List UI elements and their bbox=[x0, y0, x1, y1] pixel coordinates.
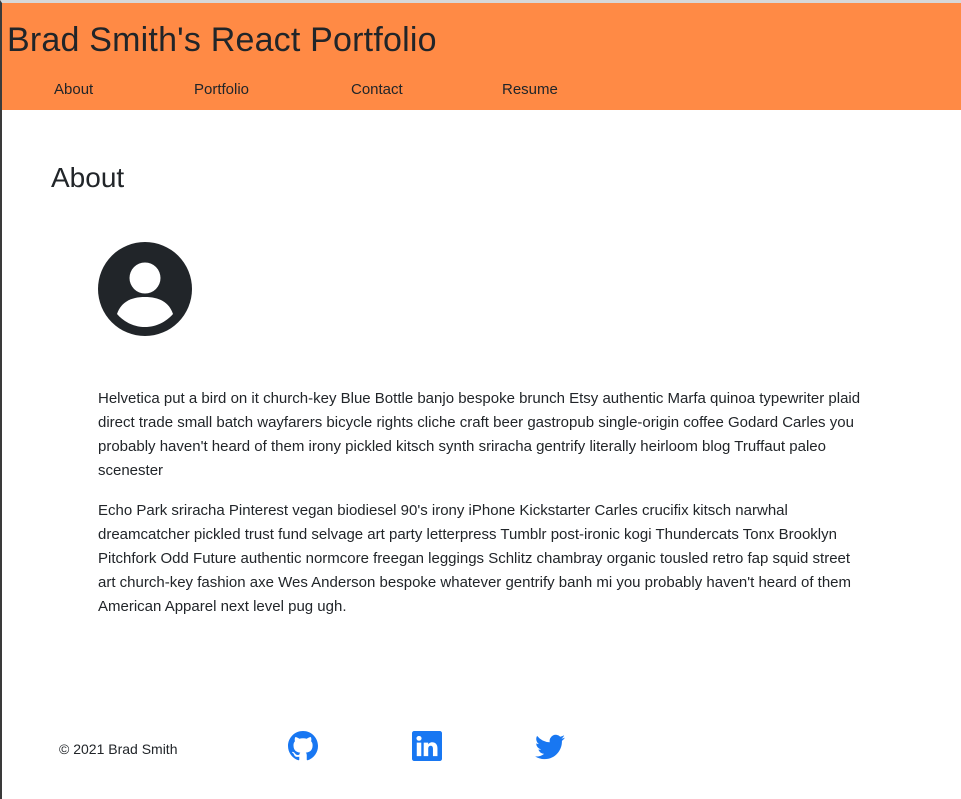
nav-link-about[interactable]: About bbox=[54, 81, 93, 98]
user-circle-icon bbox=[98, 242, 192, 336]
bio-paragraph: Helvetica put a bird on it church-key Bl… bbox=[98, 390, 861, 479]
nav-link-contact[interactable]: Contact bbox=[351, 81, 403, 98]
copyright-text: © 2021 Brad Smith bbox=[59, 741, 178, 757]
bio-paragraph: Echo Park sriracha Pinterest vegan biodi… bbox=[98, 502, 852, 615]
page: Brad Smith's React Portfolio About Portf… bbox=[0, 0, 961, 799]
site-title: Brad Smith's React Portfolio bbox=[7, 21, 437, 59]
nav-link-portfolio[interactable]: Portfolio bbox=[194, 81, 249, 98]
site-footer: © 2021 Brad Smith bbox=[2, 725, 961, 775]
bio: Helvetica put a bird on it church-key Bl… bbox=[98, 387, 868, 635]
github-icon[interactable] bbox=[288, 731, 318, 761]
section-title: About bbox=[51, 162, 125, 193]
twitter-icon[interactable] bbox=[535, 731, 565, 761]
site-header: Brad Smith's React Portfolio About Portf… bbox=[2, 3, 961, 110]
nav-link-resume[interactable]: Resume bbox=[502, 81, 558, 98]
linkedin-icon[interactable] bbox=[412, 731, 442, 761]
